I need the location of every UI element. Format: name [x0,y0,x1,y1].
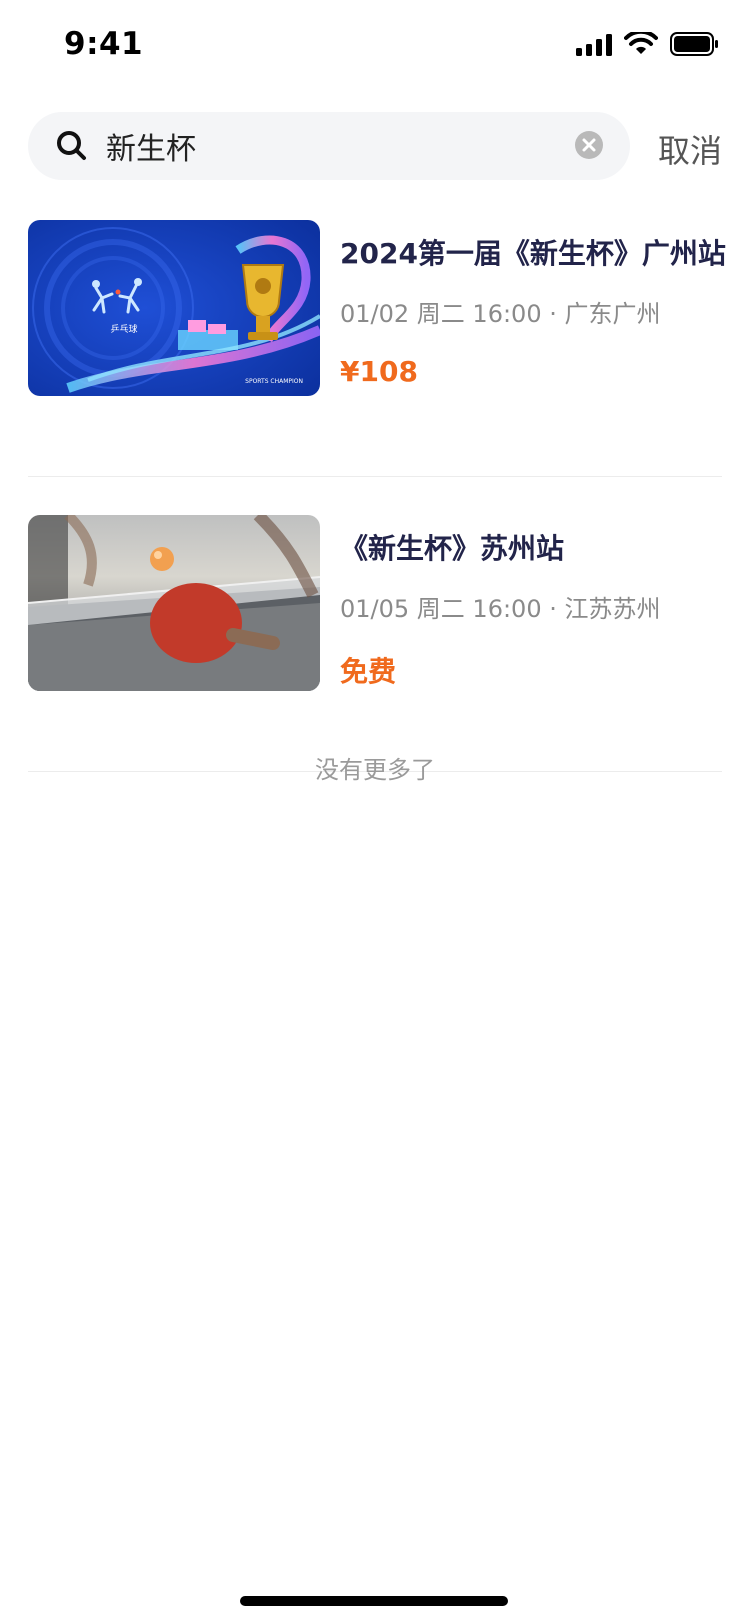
event-meta: 01/02 周二 16:00 · 广东广州 [340,300,661,328]
event-info: 《新生杯》苏州站 01/05 周二 16:00 · 江苏苏州 免费 [340,515,722,690]
event-image [28,515,320,691]
search-icon [57,131,86,160]
battery-icon [670,32,718,56]
home-indicator[interactable] [240,1596,508,1606]
event-image: 乒乓球 SPORTS CHAMPION [28,220,320,396]
results-list: 乒乓球 SPORTS CHAMPION 2024第一届《新生杯》广州站 01/0… [28,220,726,772]
cellular-signal-icon [576,32,612,56]
wifi-icon [624,32,658,54]
event-price: 免费 [340,655,397,688]
event-card[interactable]: 《新生杯》苏州站 01/05 周二 16:00 · 江苏苏州 免费 [28,515,722,772]
cancel-button[interactable]: 取消 [658,126,722,172]
search-query[interactable]: 新生杯 [106,124,196,168]
clear-icon[interactable] [574,130,604,160]
image-badge: SPORTS CHAMPION [245,378,303,385]
event-info: 2024第一届《新生杯》广州站 01/02 周二 16:00 · 广东广州 ¥1… [340,220,726,388]
status-icons [576,32,718,56]
no-more-text: 没有更多了 [315,756,435,784]
search-row: 新生杯 取消 [28,112,722,180]
image-label: 乒乓球 [110,323,137,335]
status-bar: 9:41 [0,0,750,92]
search-input[interactable]: 新生杯 [28,112,630,180]
event-title[interactable]: 《新生杯》苏州站 [340,527,722,567]
event-title[interactable]: 2024第一届《新生杯》广州站 [340,232,726,272]
event-price: ¥108 [340,355,418,388]
event-card[interactable]: 乒乓球 SPORTS CHAMPION 2024第一届《新生杯》广州站 01/0… [28,220,726,477]
event-meta: 01/05 周二 16:00 · 江苏苏州 [340,595,661,623]
status-time: 9:41 [64,26,144,62]
